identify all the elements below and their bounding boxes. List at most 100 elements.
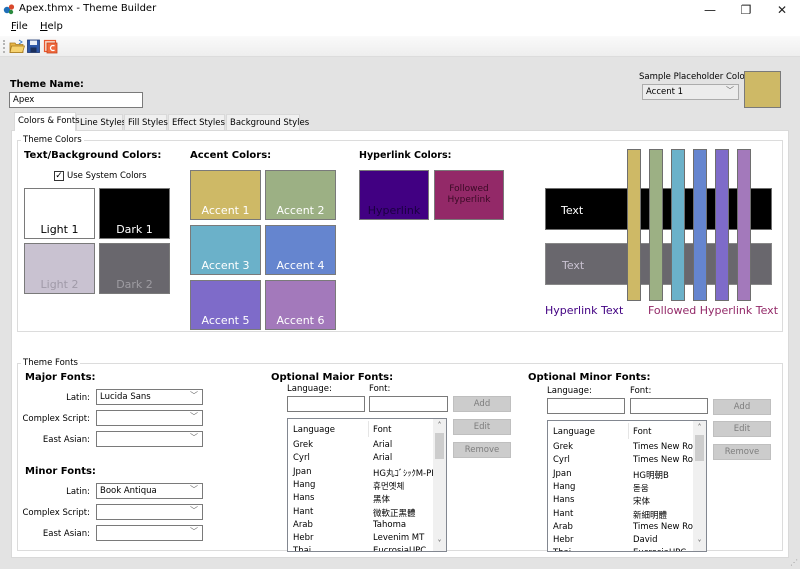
optional-major-language-input[interactable] — [287, 396, 365, 412]
followed-hyperlink-swatch[interactable]: Followed Hyperlink — [434, 170, 504, 220]
major-latin-label: Latin: — [66, 393, 90, 403]
office-theme-icon[interactable] — [43, 39, 59, 54]
preview-followed-hyperlink-text[interactable]: Followed Hyperlink Text — [648, 304, 778, 317]
use-system-colors-checkbox[interactable]: ✓ — [54, 171, 64, 181]
list-item[interactable]: Hang 휴먼옛체 — [288, 480, 433, 493]
list-item[interactable]: Arab Times New Roman — [548, 522, 693, 535]
hyperlink-swatch[interactable]: Hyperlink — [359, 170, 429, 220]
column-divider[interactable] — [628, 423, 629, 439]
optional-major-remove-button[interactable]: Remove — [453, 442, 511, 458]
minor-complex-select[interactable]: ﹀ — [96, 504, 203, 520]
major-fonts-heading: Major Fonts: — [25, 372, 96, 383]
col-language-header[interactable]: Language — [553, 427, 595, 437]
close-button[interactable]: ✕ — [764, 0, 800, 19]
scrollbar[interactable]: ˄ ˅ — [693, 421, 706, 551]
dark-1-label: Dark 1 — [116, 223, 153, 236]
list-item[interactable]: Jpan HG丸ｺﾞｼｯｸM-PRO — [288, 467, 433, 480]
optional-minor-list[interactable]: Language Font Grek Times New Roman Cyrl Tim… — [547, 420, 707, 552]
column-divider[interactable] — [368, 421, 369, 437]
sample-placeholder-value: Accent 1 — [646, 87, 684, 97]
scroll-thumb[interactable] — [435, 433, 444, 459]
list-item[interactable]: Arab Tahoma — [288, 520, 433, 533]
light-1-swatch[interactable]: Light 1 — [24, 188, 95, 239]
list-item[interactable]: Hant 微軟正黑體 — [288, 507, 433, 520]
tab-colors-fonts[interactable]: Colors & Fonts — [14, 112, 80, 131]
optional-minor-edit-button[interactable]: Edit — [713, 421, 771, 437]
col-font-header[interactable]: Font — [633, 427, 652, 437]
accent-3-swatch[interactable]: Accent 3 — [190, 225, 261, 275]
optional-minor-remove-button[interactable]: Remove — [713, 444, 771, 460]
list-item[interactable]: Hang 돋움 — [548, 482, 693, 495]
list-item[interactable]: Thai EucrosiaUPC — [548, 548, 693, 551]
scroll-up-icon[interactable]: ˄ — [433, 421, 446, 433]
list-item[interactable]: Grek Times New Roman — [548, 442, 693, 455]
dark-2-swatch[interactable]: Dark 2 — [99, 243, 170, 294]
list-item[interactable]: Cyrl Times New Roman — [548, 455, 693, 468]
list-item-font: Times New Roman — [633, 455, 693, 466]
list-item[interactable]: Hant 新細明體 — [548, 509, 693, 522]
light-2-swatch[interactable]: Light 2 — [24, 243, 95, 294]
hyperlink-colors-heading: Hyperlink Colors: — [359, 150, 452, 161]
major-east-asian-select[interactable]: ﹀ — [96, 431, 203, 447]
list-item[interactable]: Hebr Levenim MT — [288, 533, 433, 546]
toolbar-grip[interactable] — [3, 40, 5, 53]
major-complex-select[interactable]: ﹀ — [96, 410, 203, 426]
col-font-header[interactable]: Font — [373, 425, 392, 435]
theme-name-input[interactable]: Apex — [9, 92, 143, 108]
list-item[interactable]: Hans 黑体 — [288, 493, 433, 506]
list-item-language: Cyrl — [293, 453, 310, 464]
restore-button[interactable]: ❐ — [728, 0, 764, 19]
optional-major-heading: Optional Maior Fonts: — [271, 372, 394, 383]
minimize-button[interactable]: — — [692, 0, 728, 19]
accent-2-swatch[interactable]: Accent 2 — [265, 170, 336, 220]
use-system-colors-label: Use System Colors — [67, 171, 147, 181]
list-item-language: Hebr — [553, 535, 574, 546]
accent-5-swatch[interactable]: Accent 5 — [190, 280, 261, 330]
tab-effect-styles[interactable]: Effect Styles — [168, 114, 225, 130]
optional-major-font-label: Font: — [369, 384, 391, 394]
scroll-down-icon[interactable]: ˅ — [433, 539, 446, 551]
accent-2-label: Accent 2 — [276, 204, 325, 217]
col-language-header[interactable]: Language — [293, 425, 335, 435]
optional-minor-add-button[interactable]: Add — [713, 399, 771, 415]
list-item[interactable]: Grek Arial — [288, 440, 433, 453]
chevron-down-icon: ﹀ — [190, 527, 198, 536]
optional-minor-language-input[interactable] — [547, 398, 625, 414]
optional-major-add-button[interactable]: Add — [453, 396, 511, 412]
dark-1-swatch[interactable]: Dark 1 — [99, 188, 170, 239]
scroll-down-icon[interactable]: ˅ — [693, 539, 706, 551]
major-latin-select[interactable]: Lucida Sans ﹀ — [96, 389, 203, 405]
optional-major-edit-button[interactable]: Edit — [453, 419, 511, 435]
scroll-thumb[interactable] — [695, 435, 704, 461]
optional-minor-font-input[interactable] — [630, 398, 708, 414]
major-latin-value: Lucida Sans — [100, 392, 151, 402]
optional-major-font-input[interactable] — [369, 396, 448, 412]
list-item[interactable]: Hebr David — [548, 535, 693, 548]
preview-accent-stripe-2 — [649, 149, 663, 301]
preview-hyperlink-text[interactable]: Hyperlink Text — [545, 304, 623, 317]
list-item[interactable]: Thai EucrosiaUPC — [288, 546, 433, 551]
menu-file[interactable]: File — [11, 21, 28, 32]
list-item-language: Hans — [293, 493, 315, 504]
minor-latin-select[interactable]: Book Antiqua ﹀ — [96, 483, 203, 499]
resize-grip-icon[interactable]: ⋰ — [790, 558, 798, 567]
scroll-up-icon[interactable]: ˄ — [693, 423, 706, 435]
accent-1-swatch[interactable]: Accent 1 — [190, 170, 261, 220]
menu-help[interactable]: Help — [40, 21, 63, 32]
list-item[interactable]: Cyrl Arial — [288, 453, 433, 466]
sample-placeholder-select[interactable]: Accent 1 ﹀ — [642, 84, 739, 100]
list-item-language: Grek — [293, 440, 314, 450]
accent-4-swatch[interactable]: Accent 4 — [265, 225, 336, 275]
list-item-font: 휴먼옛체 — [373, 481, 405, 492]
scrollbar[interactable]: ˄ ˅ — [433, 419, 446, 551]
tab-line-styles[interactable]: Line Styles — [76, 114, 126, 130]
optional-major-list[interactable]: Language Font Grek Arial Cyrl Arial Jpan HG丸ｺ… — [287, 418, 447, 552]
list-item[interactable]: Jpan HG明朝B — [548, 469, 693, 482]
tab-background-styles[interactable]: Background Styles — [226, 114, 309, 130]
save-disk-icon[interactable] — [26, 39, 42, 54]
open-folder-icon[interactable] — [9, 39, 25, 54]
accent-6-swatch[interactable]: Accent 6 — [265, 280, 336, 330]
tab-fill-styles[interactable]: Fill Styles — [124, 114, 168, 130]
minor-east-asian-select[interactable]: ﹀ — [96, 525, 203, 541]
list-item[interactable]: Hans 宋体 — [548, 495, 693, 508]
